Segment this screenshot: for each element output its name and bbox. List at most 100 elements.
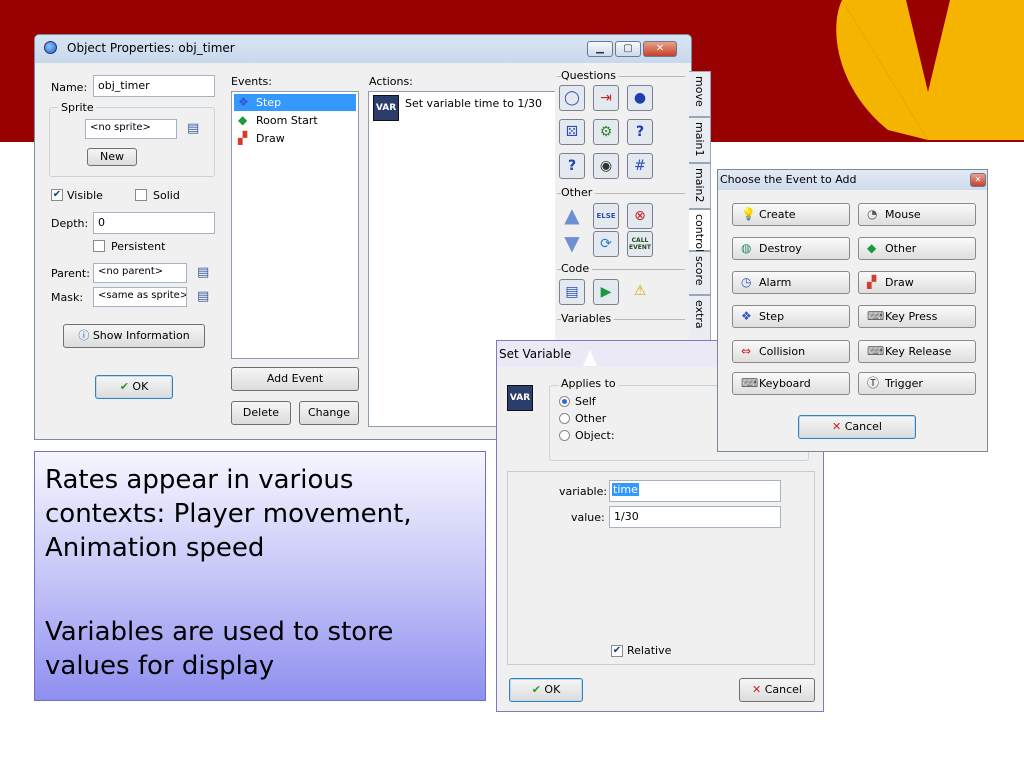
tab-extra[interactable]: extra — [689, 295, 711, 341]
dice-icon[interactable]: ⚄ — [559, 119, 585, 145]
event-button-label: Key Press — [885, 310, 938, 323]
tab-score[interactable]: score — [689, 251, 711, 295]
sprite-select[interactable]: <no sprite> — [85, 119, 177, 139]
visible-checkbox[interactable]: ✔ — [51, 189, 63, 201]
keyboard-icon: ⌨ — [867, 309, 885, 323]
solid-checkbox[interactable] — [135, 189, 147, 201]
show-information-button[interactable]: ⓘ Show Information — [63, 324, 205, 348]
close-button[interactable]: ✕ — [643, 41, 677, 57]
exit-icon[interactable]: ⊗ — [627, 203, 653, 229]
callout-line: Animation speed — [45, 533, 265, 563]
parent-label: Parent: — [51, 267, 90, 280]
call-event-icon[interactable]: CALL EVENT — [627, 231, 653, 257]
choose-event-cancel-button[interactable]: ✕ Cancel — [798, 415, 916, 439]
tab-control[interactable]: control — [689, 209, 711, 252]
variable-input[interactable]: time — [609, 480, 781, 502]
mouse-event-button[interactable]: ◔ Mouse — [858, 203, 976, 226]
mouse-question-icon[interactable]: ⚙ — [593, 119, 619, 145]
name-input[interactable]: obj_timer — [93, 75, 215, 97]
action-item[interactable]: VAR Set variable time to 1/30 — [371, 94, 555, 122]
mouse-icon[interactable]: ◉ — [593, 153, 619, 179]
arrow-question-icon[interactable]: ⇥ — [593, 85, 619, 111]
applies-object-radio[interactable] — [559, 430, 570, 441]
checkmark-icon: ✔ — [531, 683, 541, 696]
question-mark-icon[interactable]: ? — [559, 153, 585, 179]
destroy-event-button[interactable]: ◍ Destroy — [732, 237, 850, 260]
depth-label: Depth: — [51, 217, 89, 230]
event-button-label: Create — [759, 208, 796, 221]
add-event-button[interactable]: Add Event — [231, 367, 359, 391]
tab-label: extra — [693, 300, 706, 329]
name-label: Name: — [51, 81, 88, 94]
callout-box: Rates appear in various contexts: Player… — [34, 451, 486, 701]
callout-line: Rates appear in various — [45, 465, 354, 495]
event-item-draw[interactable]: ▞ Draw — [234, 130, 356, 147]
event-item-step[interactable]: ❖ Step — [234, 94, 356, 111]
events-list[interactable]: ❖ Step ◆ Room Start ▞ Draw — [231, 91, 359, 359]
ok-label: OK — [132, 380, 149, 393]
depth-input[interactable]: 0 — [93, 212, 215, 234]
set-variable-cancel-button[interactable]: ✕ Cancel — [739, 678, 815, 702]
mask-select[interactable]: <same as sprite> — [93, 287, 187, 307]
tab-main1[interactable]: main1 — [689, 117, 711, 163]
end-block-icon[interactable]: ▼ — [559, 231, 585, 257]
warning-icon[interactable]: ⚠ — [627, 279, 653, 305]
repeat-icon[interactable]: ⟳ — [593, 231, 619, 257]
mask-menu-icon[interactable]: ▤ — [197, 289, 209, 304]
choose-event-title: Choose the Event to Add — [720, 173, 857, 186]
circle-question-icon[interactable]: ◯ — [559, 85, 585, 111]
trigger-event-button[interactable]: Ⓣ Trigger — [858, 372, 976, 395]
key-release-event-button[interactable]: ⌨ Key Release — [858, 340, 976, 363]
lightbulb-icon: 💡 — [741, 207, 756, 221]
create-event-button[interactable]: 💡 Create — [732, 203, 850, 226]
delete-button[interactable]: Delete — [231, 401, 291, 425]
grid-icon[interactable]: # — [627, 153, 653, 179]
step-event-button[interactable]: ❖ Step — [732, 305, 850, 328]
applies-self-radio[interactable] — [559, 396, 570, 407]
maximize-button[interactable]: ▢ — [615, 41, 641, 57]
variable-label: variable: — [559, 485, 608, 498]
code-section-title: Code — [561, 262, 593, 275]
diamond-icon: ◆ — [867, 241, 877, 255]
event-button-label: Destroy — [759, 242, 802, 255]
step-icon: ❖ — [741, 309, 752, 323]
ok-button[interactable]: ✔ OK — [95, 375, 173, 399]
sphere-question-icon[interactable]: ● — [627, 85, 653, 111]
object-icon — [44, 41, 57, 54]
other-event-button[interactable]: ◆ Other — [858, 237, 976, 260]
draw-icon: ▞ — [867, 275, 877, 289]
value-input[interactable]: 1/30 — [609, 506, 781, 528]
question-icon[interactable]: ? — [627, 119, 653, 145]
close-button[interactable]: ✕ — [970, 173, 986, 187]
relative-checkbox[interactable]: ✔ — [611, 645, 623, 657]
set-variable-ok-button[interactable]: ✔ OK — [509, 678, 583, 702]
diamond-icon: ◆ — [238, 113, 248, 127]
alarm-event-button[interactable]: ◷ Alarm — [732, 271, 850, 294]
tab-move[interactable]: move — [689, 71, 711, 117]
event-item-room-start[interactable]: ◆ Room Start — [234, 112, 356, 129]
start-block-icon[interactable]: ▲ — [559, 203, 585, 229]
persistent-checkbox[interactable] — [93, 240, 105, 252]
minimize-button[interactable]: ▁ — [587, 41, 613, 57]
keyboard-event-button[interactable]: ⌨ Keyboard — [732, 372, 850, 395]
choose-event-window: Choose the Event to Add ✕ 💡 Create ◔ Mouse… — [717, 169, 988, 452]
applies-other-radio[interactable] — [559, 413, 570, 424]
tab-main2[interactable]: main2 — [689, 163, 711, 209]
draw-event-button[interactable]: ▞ Draw — [858, 271, 976, 294]
new-sprite-button[interactable]: New — [87, 148, 137, 166]
brand-logo — [836, 0, 1024, 140]
collision-event-button[interactable]: ⇔ Collision — [732, 340, 850, 363]
parent-menu-icon[interactable]: ▤ — [197, 265, 209, 280]
code-icon[interactable]: ▤ — [559, 279, 585, 305]
choose-event-titlebar[interactable]: Choose the Event to Add ✕ — [718, 170, 987, 190]
else-icon[interactable]: ELSE — [593, 203, 619, 229]
sprite-menu-icon[interactable]: ▤ — [187, 121, 199, 136]
clock-icon: ◷ — [741, 275, 752, 289]
parent-select[interactable]: <no parent> — [93, 263, 187, 283]
window-titlebar[interactable]: Object Properties: obj_timer ▁ ▢ ✕ — [35, 35, 691, 61]
event-item-label: Draw — [256, 132, 285, 145]
script-icon[interactable]: ▶ — [593, 279, 619, 305]
tab-label: move — [693, 76, 706, 107]
key-press-event-button[interactable]: ⌨ Key Press — [858, 305, 976, 328]
change-button[interactable]: Change — [299, 401, 359, 425]
